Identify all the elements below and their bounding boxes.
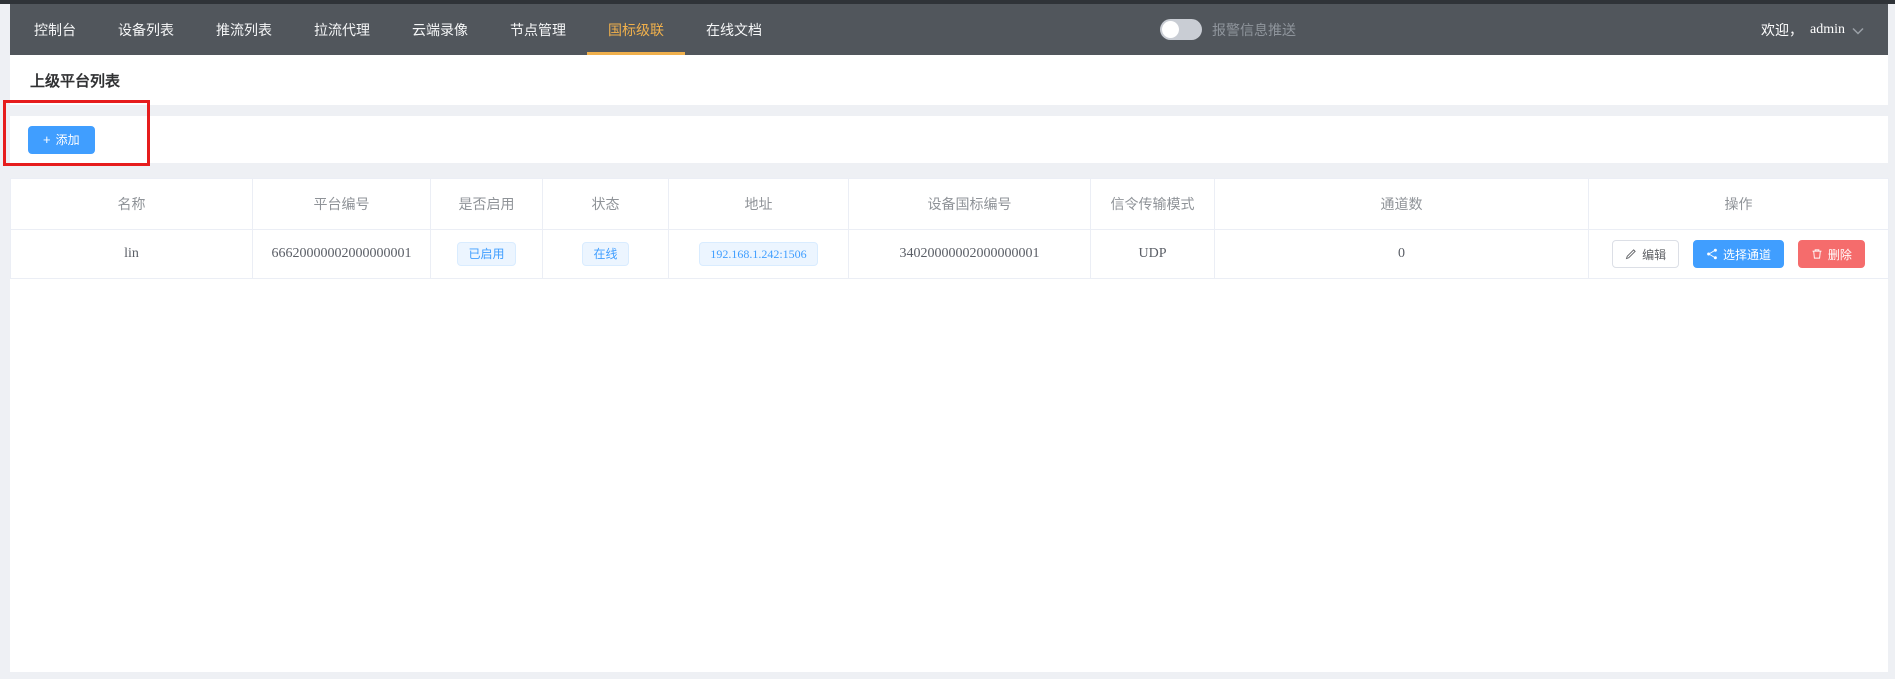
cell-enabled: 已启用 <box>431 230 543 279</box>
cell-actions: 编辑 选择通道 删除 <box>1589 230 1889 279</box>
trash-icon <box>1811 248 1823 260</box>
enabled-badge: 已启用 <box>457 242 515 266</box>
cell-channel-count: 0 <box>1215 230 1589 279</box>
cell-status: 在线 <box>543 230 669 279</box>
address-badge[interactable]: 192.168.1.242:1506 <box>699 242 817 266</box>
platform-table-card: 名称 平台编号 是否启用 状态 地址 设备国标编号 信令传输模式 通道数 操作 … <box>10 178 1888 672</box>
col-header-actions: 操作 <box>1589 179 1889 230</box>
col-header-signal-transport: 信令传输模式 <box>1091 179 1215 230</box>
col-header-enabled: 是否启用 <box>431 179 543 230</box>
col-header-channel-count: 通道数 <box>1215 179 1589 230</box>
toolbar: + 添加 <box>10 116 1888 163</box>
edit-pencil-icon <box>1625 248 1637 260</box>
alarm-push-label: 报警信息推送 <box>1212 20 1296 40</box>
nav-item-cloud-recording[interactable]: 云端录像 <box>391 4 489 55</box>
nav-item-node-management[interactable]: 节点管理 <box>489 4 587 55</box>
alarm-push-cluster: 报警信息推送 <box>1160 4 1296 55</box>
col-header-name: 名称 <box>11 179 253 230</box>
nav-item-pull-stream-proxy[interactable]: 拉流代理 <box>293 4 391 55</box>
cell-name: lin <box>11 230 253 279</box>
page-title: 上级平台列表 <box>30 70 120 91</box>
platform-table: 名称 平台编号 是否启用 状态 地址 设备国标编号 信令传输模式 通道数 操作 … <box>10 178 1889 279</box>
nav-item-online-docs[interactable]: 在线文档 <box>685 4 783 55</box>
page-header: 上级平台列表 <box>10 55 1888 105</box>
add-button[interactable]: + 添加 <box>28 126 95 154</box>
username: admin <box>1810 22 1845 38</box>
delete-button-label: 删除 <box>1828 246 1852 263</box>
select-channel-button[interactable]: 选择通道 <box>1693 240 1784 268</box>
delete-button[interactable]: 删除 <box>1798 240 1865 268</box>
nav-item-device-list[interactable]: 设备列表 <box>97 4 195 55</box>
col-header-platform-id: 平台编号 <box>253 179 431 230</box>
cell-device-gb-id: 34020000002000000001 <box>849 230 1091 279</box>
nav-item-push-stream-list[interactable]: 推流列表 <box>195 4 293 55</box>
edit-button[interactable]: 编辑 <box>1612 240 1679 268</box>
share-icon <box>1706 248 1718 260</box>
user-menu[interactable]: 欢迎， admin <box>1761 4 1864 55</box>
chevron-down-icon <box>1852 27 1864 35</box>
alarm-push-toggle[interactable] <box>1160 19 1202 40</box>
cell-platform-id: 66620000002000000001 <box>253 230 431 279</box>
col-header-status: 状态 <box>543 179 669 230</box>
plus-icon: + <box>43 133 51 146</box>
add-button-label: 添加 <box>56 131 80 148</box>
edit-button-label: 编辑 <box>1642 246 1666 263</box>
welcome-text: 欢迎， <box>1761 20 1803 40</box>
status-badge: 在线 <box>582 242 628 266</box>
main-navbar: 控制台 设备列表 推流列表 拉流代理 云端录像 节点管理 国标级联 在线文档 报… <box>10 4 1888 55</box>
nav-item-console[interactable]: 控制台 <box>13 4 97 55</box>
cell-signal-transport: UDP <box>1091 230 1215 279</box>
nav-item-gb-cascade[interactable]: 国标级联 <box>587 4 685 55</box>
table-row: lin 66620000002000000001 已启用 在线 192.168.… <box>11 230 1889 279</box>
col-header-address: 地址 <box>669 179 849 230</box>
toggle-knob <box>1162 21 1179 38</box>
select-channel-label: 选择通道 <box>1723 246 1771 263</box>
col-header-device-gb-id: 设备国标编号 <box>849 179 1091 230</box>
cell-address: 192.168.1.242:1506 <box>669 230 849 279</box>
nav-menu: 控制台 设备列表 推流列表 拉流代理 云端录像 节点管理 国标级联 在线文档 <box>10 4 783 55</box>
table-header-row: 名称 平台编号 是否启用 状态 地址 设备国标编号 信令传输模式 通道数 操作 <box>11 179 1889 230</box>
